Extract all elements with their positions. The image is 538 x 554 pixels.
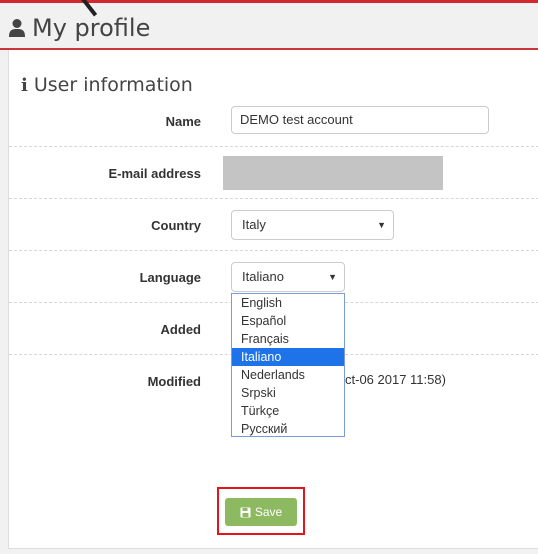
language-dropdown-list[interactable]: English Español Français Italiano Nederlands… [231, 293, 345, 437]
name-label: Name [165, 114, 201, 129]
email-label: E-mail address [108, 166, 202, 181]
language-option[interactable]: Español [232, 312, 344, 330]
modified-label: Modified [147, 374, 201, 389]
save-highlight-box: Save [217, 487, 305, 535]
info-icon: i [21, 74, 28, 96]
language-option[interactable]: Italiano [232, 348, 344, 366]
floppy-disk-icon [240, 507, 251, 517]
save-button-label: Save [254, 505, 283, 519]
language-option[interactable]: Srpski [232, 384, 344, 402]
language-option[interactable]: Français [232, 330, 344, 348]
row-divider [9, 250, 538, 251]
page-title: My profile [32, 14, 151, 42]
country-select[interactable]: Italy ▼ [231, 210, 394, 240]
panel-title-text: User information [33, 74, 193, 96]
language-select-value: Italiano [242, 269, 284, 284]
page-header: My profile [8, 12, 150, 44]
name-input[interactable]: DEMO test account [231, 106, 489, 134]
added-label: Added [160, 322, 201, 337]
user-icon [9, 19, 25, 37]
chevron-down-icon: ▼ [328, 272, 337, 282]
language-option[interactable]: English [232, 294, 344, 312]
language-select[interactable]: Italiano ▼ [231, 262, 345, 292]
language-option[interactable]: Türkçe [232, 402, 344, 420]
country-select-value: Italy [242, 217, 266, 232]
save-button[interactable]: Save [225, 498, 297, 526]
language-label: Language [139, 270, 201, 285]
row-divider [9, 146, 538, 147]
country-label: Country [151, 218, 201, 233]
modified-value: ct-06 2017 11:58) [345, 372, 446, 387]
row-divider [9, 198, 538, 199]
language-option[interactable]: Русский [232, 420, 344, 438]
panel-title: i User information [21, 74, 193, 96]
user-info-panel: i User information Name DEMO test accoun… [8, 50, 538, 549]
email-field-redacted[interactable] [223, 156, 443, 190]
chevron-down-icon: ▼ [377, 220, 386, 230]
language-option[interactable]: Nederlands [232, 366, 344, 384]
